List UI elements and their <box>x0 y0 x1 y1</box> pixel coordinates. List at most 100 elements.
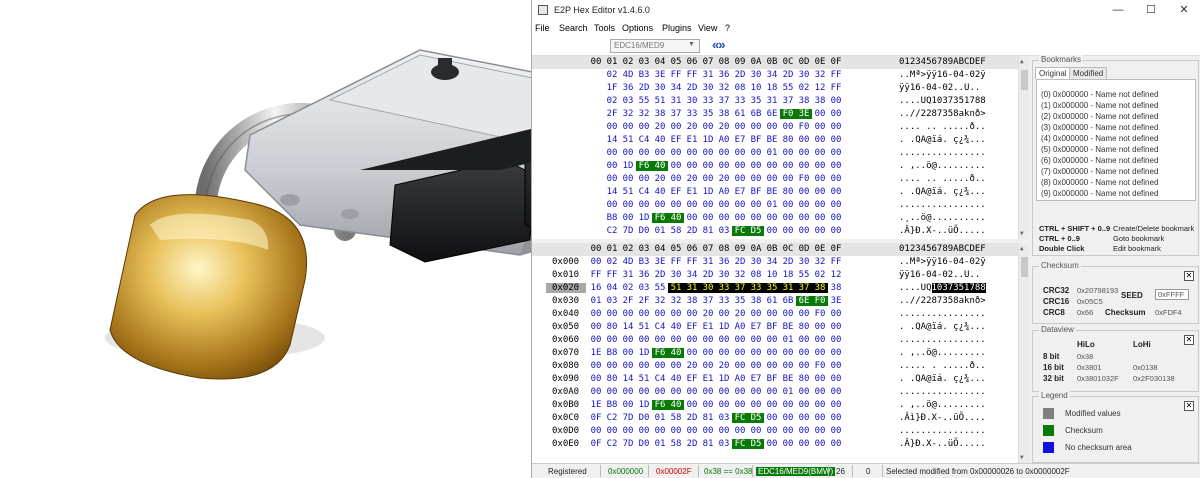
hex-byte[interactable]: 00 <box>700 200 716 210</box>
hex-byte[interactable]: 35 <box>732 296 748 306</box>
hex-byte[interactable]: 00 <box>748 200 764 210</box>
hex-byte[interactable]: 00 <box>812 335 828 345</box>
menu-view[interactable]: View <box>698 23 717 33</box>
hex-byte[interactable]: 1D <box>636 348 652 358</box>
hex-byte[interactable]: 6E <box>796 296 812 306</box>
hex-byte[interactable]: 55 <box>780 83 796 93</box>
hex-byte[interactable]: 00 <box>700 335 716 345</box>
hex-byte[interactable]: 38 <box>716 109 732 119</box>
hex-byte[interactable]: BE <box>764 135 780 145</box>
hex-byte[interactable]: 00 <box>780 200 796 210</box>
hex-byte[interactable]: B8 <box>604 348 620 358</box>
hex-byte[interactable]: 32 <box>668 296 684 306</box>
tab-original[interactable]: Original <box>1035 67 1071 79</box>
hex-byte[interactable]: 4D <box>620 70 636 80</box>
hex-byte[interactable]: 00 <box>732 400 748 410</box>
hex-byte[interactable]: F0 <box>780 109 796 119</box>
hex-byte[interactable]: 00 <box>732 335 748 345</box>
hex-byte[interactable]: 80 <box>796 322 812 332</box>
hex-byte[interactable]: 01 <box>652 413 668 423</box>
hex-byte[interactable]: 61 <box>732 109 748 119</box>
hex-byte[interactable]: 51 <box>620 187 636 197</box>
navigate-arrows-icon[interactable]: «» <box>712 37 726 52</box>
hex-byte[interactable]: 37 <box>700 296 716 306</box>
hex-byte[interactable]: 1D <box>700 187 716 197</box>
hex-byte[interactable]: 38 <box>812 96 828 106</box>
hex-byte[interactable]: 30 <box>668 270 684 280</box>
hex-byte[interactable]: 00 <box>828 374 844 384</box>
hex-byte[interactable]: 36 <box>620 83 636 93</box>
hex-byte[interactable]: 00 <box>812 426 828 436</box>
hex-byte[interactable]: 00 <box>732 200 748 210</box>
hex-byte[interactable]: 3E <box>796 109 812 119</box>
hex-byte[interactable]: 00 <box>716 400 732 410</box>
hex-byte[interactable]: 00 <box>620 387 636 397</box>
hex-byte[interactable]: 30 <box>748 70 764 80</box>
hex-byte[interactable]: 31 <box>700 257 716 267</box>
hex-byte[interactable]: 2D <box>684 413 700 423</box>
hex-row[interactable]: B8 00 1D F6 40 00 00 00 00 00 00 00 00 00 00 .¸..ö@....… <box>532 213 1029 226</box>
hex-byte[interactable]: 7D <box>620 226 636 236</box>
hex-byte[interactable]: 00 <box>684 387 700 397</box>
ecu-type-select[interactable]: EDC16/MED9 ▼ <box>610 39 700 53</box>
hex-byte[interactable]: 31 <box>620 270 636 280</box>
hex-byte[interactable]: 00 <box>780 122 796 132</box>
close-icon[interactable]: ✕ <box>1184 271 1194 281</box>
hex-byte[interactable]: C4 <box>636 187 652 197</box>
hex-row[interactable]: 0x070 1E B8 00 1D F6 40 00 00 00 00 00 00 00 00 00 00. ,… <box>532 348 1029 361</box>
hex-byte[interactable]: 7D <box>620 413 636 423</box>
hex-byte[interactable]: F6 <box>636 161 652 171</box>
hex-byte[interactable]: 36 <box>716 257 732 267</box>
hex-byte[interactable]: 00 <box>620 400 636 410</box>
hex-byte[interactable]: 00 <box>828 213 844 223</box>
hex-byte[interactable]: 81 <box>700 439 716 449</box>
hex-byte[interactable]: 00 <box>668 122 684 132</box>
hex-byte[interactable]: BF <box>748 187 764 197</box>
hex-byte[interactable]: 00 <box>764 439 780 449</box>
hex-byte[interactable]: 00 <box>812 161 828 171</box>
hex-byte[interactable]: 00 <box>764 426 780 436</box>
hex-byte[interactable]: 01 <box>764 148 780 158</box>
scroll-up-icon[interactable]: ▲ <box>1020 58 1024 65</box>
hex-byte[interactable]: 00 <box>764 387 780 397</box>
hex-byte[interactable]: 00 <box>636 309 652 319</box>
hex-byte[interactable]: 14 <box>620 374 636 384</box>
hex-byte[interactable]: 00 <box>636 335 652 345</box>
hex-byte[interactable]: 00 <box>780 174 796 184</box>
hex-row[interactable]: 0x090 00 80 14 51 C4 40 EF E1 1D A0 E7 BF BE 80 00 00. .… <box>532 374 1029 387</box>
hex-byte[interactable]: 00 <box>652 309 668 319</box>
hex-row[interactable]: 00 1D F6 40 00 00 00 00 00 00 00 00 00 00 00. ,..ö@...… <box>532 161 1029 174</box>
hex-byte[interactable]: 00 <box>716 213 732 223</box>
hex-byte[interactable]: 40 <box>668 400 684 410</box>
hex-byte[interactable]: 00 <box>796 213 812 223</box>
hex-byte[interactable]: 00 <box>796 226 812 236</box>
hex-byte[interactable]: FC <box>732 439 748 449</box>
hex-byte[interactable]: 00 <box>828 348 844 358</box>
hex-byte[interactable]: FF <box>828 83 844 93</box>
hex-byte[interactable]: 38 <box>748 296 764 306</box>
hex-byte[interactable]: 00 <box>828 387 844 397</box>
hex-byte[interactable]: 00 <box>716 161 732 171</box>
hex-byte[interactable]: 00 <box>588 257 604 267</box>
hex-byte[interactable]: 00 <box>604 426 620 436</box>
hex-byte[interactable]: 32 <box>812 257 828 267</box>
hex-view-modified[interactable]: 00 01 02 03 04 05 06 07 08 09 0A 0B 0C 0D 0E 0F 01234567… <box>532 243 1029 463</box>
hex-byte[interactable]: 02 <box>796 83 812 93</box>
hex-byte[interactable]: 37 <box>796 283 812 293</box>
hex-byte[interactable]: 00 <box>764 122 780 132</box>
hex-byte[interactable]: 35 <box>748 96 764 106</box>
menu-tools[interactable]: Tools <box>594 23 615 33</box>
hex-byte[interactable]: 00 <box>684 426 700 436</box>
hex-byte[interactable]: 00 <box>812 439 828 449</box>
hex-byte[interactable]: FF <box>604 270 620 280</box>
hex-byte[interactable]: 01 <box>652 226 668 236</box>
bookmark-item[interactable]: (5) 0x000000 - Name not defined <box>1041 145 1158 154</box>
hex-byte[interactable]: 00 <box>620 348 636 358</box>
hex-byte[interactable]: B3 <box>636 70 652 80</box>
hex-byte[interactable]: 00 <box>812 348 828 358</box>
hex-byte[interactable]: 20 <box>684 122 700 132</box>
hex-byte[interactable]: 33 <box>684 109 700 119</box>
hex-byte[interactable]: 00 <box>812 213 828 223</box>
hex-byte[interactable]: 31 <box>668 96 684 106</box>
hex-row[interactable]: 0x0A0 00 00 00 00 00 00 00 00 00 00 00 00 01 00 00 00...… <box>532 387 1029 400</box>
